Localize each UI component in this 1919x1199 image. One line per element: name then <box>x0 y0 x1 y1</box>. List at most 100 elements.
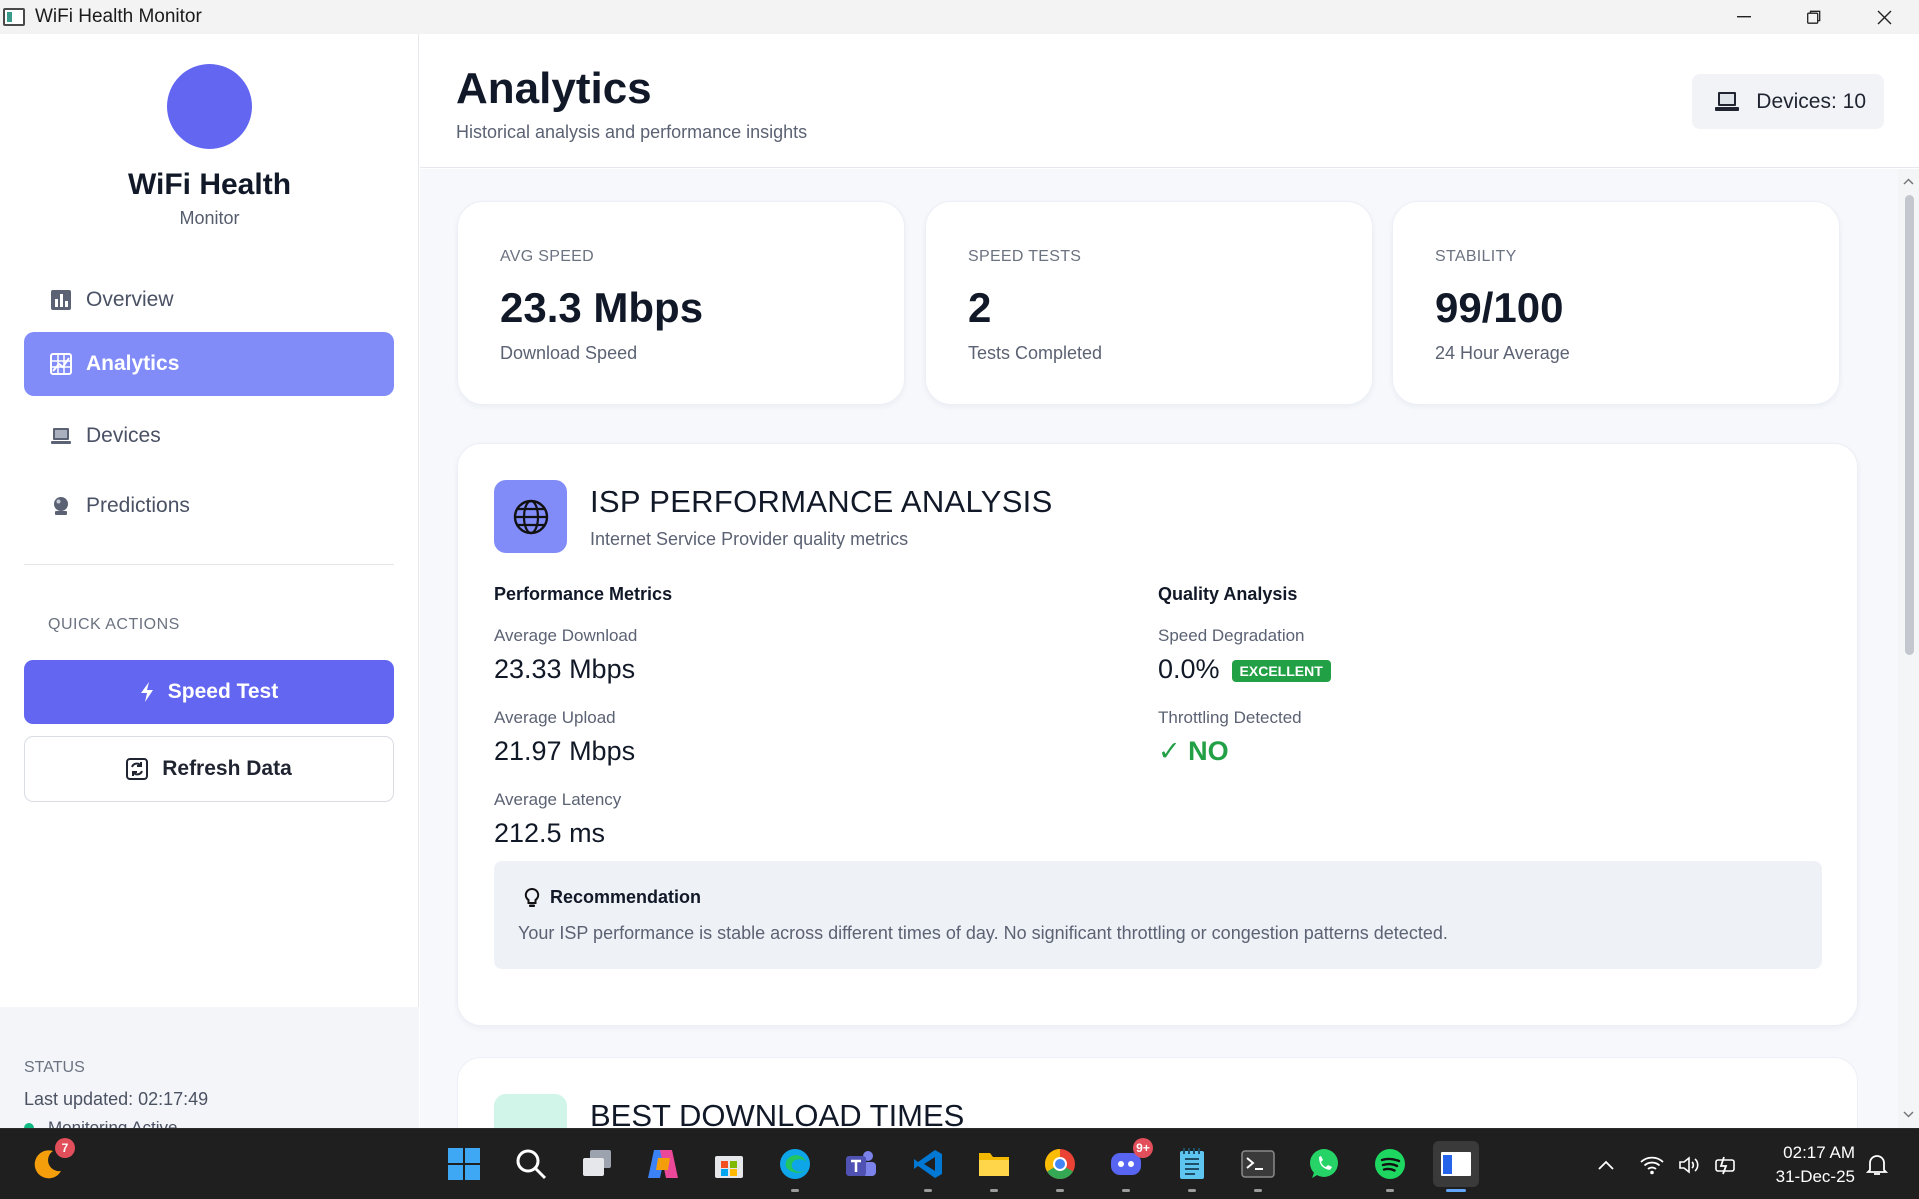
panel-subtitle: Internet Service Provider quality metric… <box>590 529 909 549</box>
system-tray <box>1598 1129 1738 1199</box>
search-button[interactable] <box>508 1141 554 1187</box>
battery-icon[interactable] <box>1714 1154 1738 1176</box>
lightbulb-icon <box>524 887 540 908</box>
system-clock[interactable]: 02:17 AM 31-Dec-25 <box>1776 1141 1855 1189</box>
file-explorer-button[interactable] <box>971 1141 1017 1192</box>
wifi-icon[interactable] <box>1640 1155 1664 1175</box>
sidebar-divider <box>24 564 394 565</box>
running-indicator <box>1254 1189 1262 1192</box>
status-panel: STATUS Last updated: 02:17:49 Monitoring… <box>0 1007 419 1137</box>
avg-upload-value: 21.97 Mbps <box>494 736 636 766</box>
notification-badge: 7 <box>55 1138 75 1158</box>
quality-analysis-heading: Quality Analysis <box>1158 584 1298 604</box>
speed-test-button[interactable]: Speed Test <box>24 660 394 724</box>
nav-label: Predictions <box>86 494 190 517</box>
window-title: WiFi Health Monitor <box>35 6 202 27</box>
discord-unread-badge: 9+ <box>1133 1138 1153 1158</box>
avg-download-value: 23.33 Mbps <box>494 654 636 684</box>
stat-value: 2 <box>968 284 992 331</box>
refresh-data-button[interactable]: Refresh Data <box>24 736 394 802</box>
chevron-up-icon[interactable] <box>1598 1160 1614 1170</box>
weather-widget-button[interactable]: 7 <box>25 1138 75 1187</box>
scroll-down-arrow-icon[interactable] <box>1903 1109 1914 1120</box>
search-icon <box>516 1149 547 1180</box>
terminal-button[interactable] <box>1235 1141 1281 1192</box>
stat-label: AVG SPEED <box>500 248 594 265</box>
avg-latency-value: 212.5 ms <box>494 818 606 848</box>
running-indicator <box>1188 1189 1196 1192</box>
stat-card-stability: STABILITY 99/100 24 Hour Average <box>1392 201 1840 405</box>
taskbar: 7 9+ 02:17 AM 31-Dec-25 <box>0 1128 1919 1199</box>
laptop-icon <box>50 425 72 447</box>
copilot-button[interactable] <box>640 1141 686 1187</box>
whatsapp-button[interactable] <box>1301 1141 1347 1187</box>
bar-chart-icon <box>50 289 72 311</box>
best-download-times-panel: BEST DOWNLOAD TIMES <box>457 1057 1858 1128</box>
main-content: AVG SPEED 23.3 Mbps Download Speed SPEED… <box>420 169 1898 1128</box>
notification-bell-icon[interactable] <box>1866 1153 1888 1177</box>
stat-subtitle: Download Speed <box>500 343 638 363</box>
teams-button[interactable] <box>838 1141 884 1187</box>
excellent-badge: EXCELLENT <box>1231 659 1331 682</box>
clock-time: 02:17 AM <box>1783 1143 1855 1162</box>
nav-item-devices[interactable]: Devices <box>24 404 394 468</box>
spotify-icon <box>1375 1149 1405 1179</box>
running-indicator <box>990 1189 998 1192</box>
vscode-icon <box>914 1150 942 1178</box>
devices-count-text: Devices: 10 <box>1756 89 1866 113</box>
notepad-button[interactable] <box>1169 1141 1215 1192</box>
stat-value: 99/100 <box>1435 284 1564 331</box>
wifi-health-monitor-taskbar-button[interactable] <box>1433 1141 1479 1192</box>
app-window-icon <box>1441 1152 1471 1176</box>
active-indicator <box>1446 1189 1466 1192</box>
crystal-ball-icon <box>50 495 72 517</box>
discord-button[interactable]: 9+ <box>1103 1138 1153 1192</box>
task-view-button[interactable] <box>574 1141 620 1187</box>
nav-label: Overview <box>86 288 174 311</box>
minimize-button[interactable] <box>1709 0 1779 34</box>
nav-item-analytics[interactable]: Analytics <box>24 332 394 396</box>
speed-degradation-row: 0.0% EXCELLENT <box>1158 654 1331 685</box>
restore-button[interactable] <box>1779 0 1849 34</box>
store-icon <box>715 1156 743 1178</box>
task-view-icon <box>583 1150 611 1176</box>
notepad-icon <box>1180 1148 1204 1179</box>
volume-icon[interactable] <box>1678 1155 1700 1175</box>
vscode-button[interactable] <box>905 1141 951 1192</box>
nav-label: Devices <box>86 424 161 447</box>
stat-label: STABILITY <box>1435 248 1517 265</box>
edge-button[interactable] <box>772 1141 818 1192</box>
scrollbar-thumb[interactable] <box>1905 195 1914 655</box>
microsoft-store-button[interactable] <box>706 1141 752 1187</box>
running-indicator <box>1056 1189 1064 1192</box>
clock-icon <box>494 1094 567 1128</box>
close-button[interactable] <box>1849 0 1919 34</box>
laptop-icon <box>1714 90 1740 114</box>
recommendation-heading: Recommendation <box>524 887 701 908</box>
start-button[interactable] <box>441 1141 487 1187</box>
copilot-icon <box>648 1150 678 1178</box>
content-scrollbar[interactable] <box>1898 169 1919 1128</box>
status-label: STATUS <box>24 1059 85 1076</box>
nav-item-overview[interactable]: Overview <box>24 268 394 332</box>
nav-item-predictions[interactable]: Predictions <box>24 474 394 538</box>
windows-logo-icon <box>448 1148 480 1180</box>
panel-title: ISP PERFORMANCE ANALYSIS <box>590 484 1053 519</box>
brand-title: WiFi Health <box>127 168 292 201</box>
stat-subtitle: 24 Hour Average <box>1435 343 1570 363</box>
edge-icon <box>780 1149 810 1179</box>
app-logo <box>167 64 252 149</box>
throttling-label: Throttling Detected <box>1158 708 1302 727</box>
devices-count-badge[interactable]: Devices: 10 <box>1692 74 1884 129</box>
teams-icon <box>846 1151 876 1176</box>
refresh-data-label: Refresh Data <box>162 757 292 780</box>
scroll-up-arrow-icon[interactable] <box>1903 176 1914 187</box>
chrome-button[interactable] <box>1037 1141 1083 1192</box>
stat-subtitle: Tests Completed <box>968 343 1103 363</box>
speed-degradation-label: Speed Degradation <box>1158 626 1305 645</box>
recommendation-text: Your ISP performance is stable across di… <box>518 923 1448 943</box>
spotify-button[interactable] <box>1367 1141 1413 1192</box>
page-subtitle: Historical analysis and performance insi… <box>456 122 808 142</box>
refresh-icon <box>126 758 149 780</box>
avg-upload-label: Average Upload <box>494 708 616 727</box>
